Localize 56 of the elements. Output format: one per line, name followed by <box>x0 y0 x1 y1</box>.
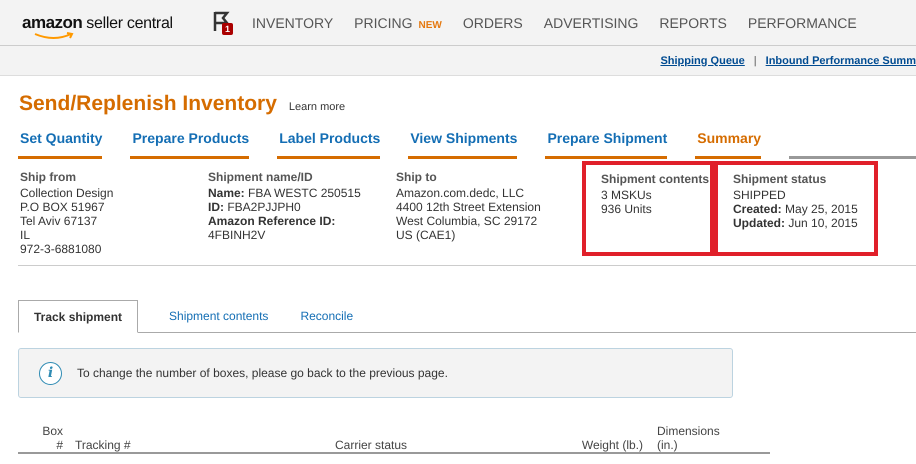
page-title: Send/Replenish Inventory <box>19 92 277 116</box>
notification-badge: 1 <box>222 22 234 34</box>
nav-item[interactable]: PERFORMANCE <box>748 14 857 30</box>
info-line: Tel Aviv 67137 <box>20 214 98 228</box>
info-line: 4400 12th Street Extension <box>396 200 542 214</box>
info-line: Amazon.com.dedc, LLC <box>396 186 526 200</box>
info-line: 936 Units <box>601 202 653 216</box>
info-icon: i <box>39 362 62 384</box>
column-header: Box # <box>41 424 63 452</box>
info-line: Created: May 25, 2015 <box>733 202 859 216</box>
column-heading: Shipment contents <box>601 172 710 186</box>
column-header: Tracking # <box>74 438 132 452</box>
logo-subtitle: seller central <box>86 14 173 32</box>
column-heading: Shipment name/ID <box>208 170 314 184</box>
nav-item[interactable]: REPORTS <box>659 14 727 30</box>
info-line: P.O BOX 51967 <box>20 200 106 214</box>
info-line: US (CAE1) <box>396 228 456 242</box>
nav-item[interactable]: ORDERS <box>462 14 523 30</box>
column-header: Carrier status <box>335 438 408 452</box>
info-line: IL <box>20 228 32 242</box>
info-line: ID: FBA2PJJPH0 <box>208 200 302 214</box>
nav-item[interactable]: ADVERTISING <box>544 14 638 30</box>
info-line: Collection Design <box>20 186 114 200</box>
info-line: West Columbia, SC 29172 <box>396 214 538 228</box>
step-tab[interactable]: Set Quantity <box>18 130 102 159</box>
column-header: Weight (lb.) <box>580 438 643 452</box>
tab[interactable]: Reconcile <box>284 309 370 332</box>
nav-item[interactable]: INVENTORY <box>252 14 334 30</box>
flag-icon[interactable] <box>212 10 232 32</box>
header-link[interactable]: Inbound Performance Summ <box>766 54 916 66</box>
info-line: Name: FBA WESTC 250515 <box>208 186 362 200</box>
link-separator: | <box>754 54 757 66</box>
column-header: Dimensions (in.) <box>656 424 721 452</box>
info-line: 4FBINH2V <box>208 228 266 242</box>
notice-text: To change the number of boxes, please go back to the previous page. <box>77 366 448 380</box>
step-tab[interactable]: Summary <box>695 130 762 159</box>
smile-arrow-icon <box>34 32 74 40</box>
new-label: NEW <box>418 20 442 30</box>
logo-wordmark: amazon <box>22 12 82 32</box>
column-heading: Shipment status <box>733 172 828 186</box>
step-tab[interactable]: Prepare Shipment <box>545 130 668 159</box>
step-tab[interactable]: View Shipments <box>408 130 518 159</box>
info-line: 3 MSKUs <box>601 188 653 202</box>
info-line: Amazon Reference ID: <box>208 214 336 228</box>
step-tab[interactable]: Prepare Products <box>130 130 250 159</box>
info-line: SHIPPED <box>733 188 787 202</box>
tab[interactable]: Shipment contents <box>153 309 284 332</box>
column-heading: Ship from <box>20 170 77 184</box>
info-line: 972-3-6881080 <box>20 242 102 256</box>
column-heading: Ship to <box>396 170 438 184</box>
info-line: Updated: Jun 10, 2015 <box>733 216 859 230</box>
nav-item[interactable]: PRICING <box>354 14 413 30</box>
learn-more-link[interactable]: Learn more <box>288 101 346 113</box>
tab[interactable]: Track shipment <box>18 300 138 333</box>
header-link[interactable]: Shipping Queue <box>660 54 745 66</box>
step-tab[interactable]: Label Products <box>277 130 380 159</box>
